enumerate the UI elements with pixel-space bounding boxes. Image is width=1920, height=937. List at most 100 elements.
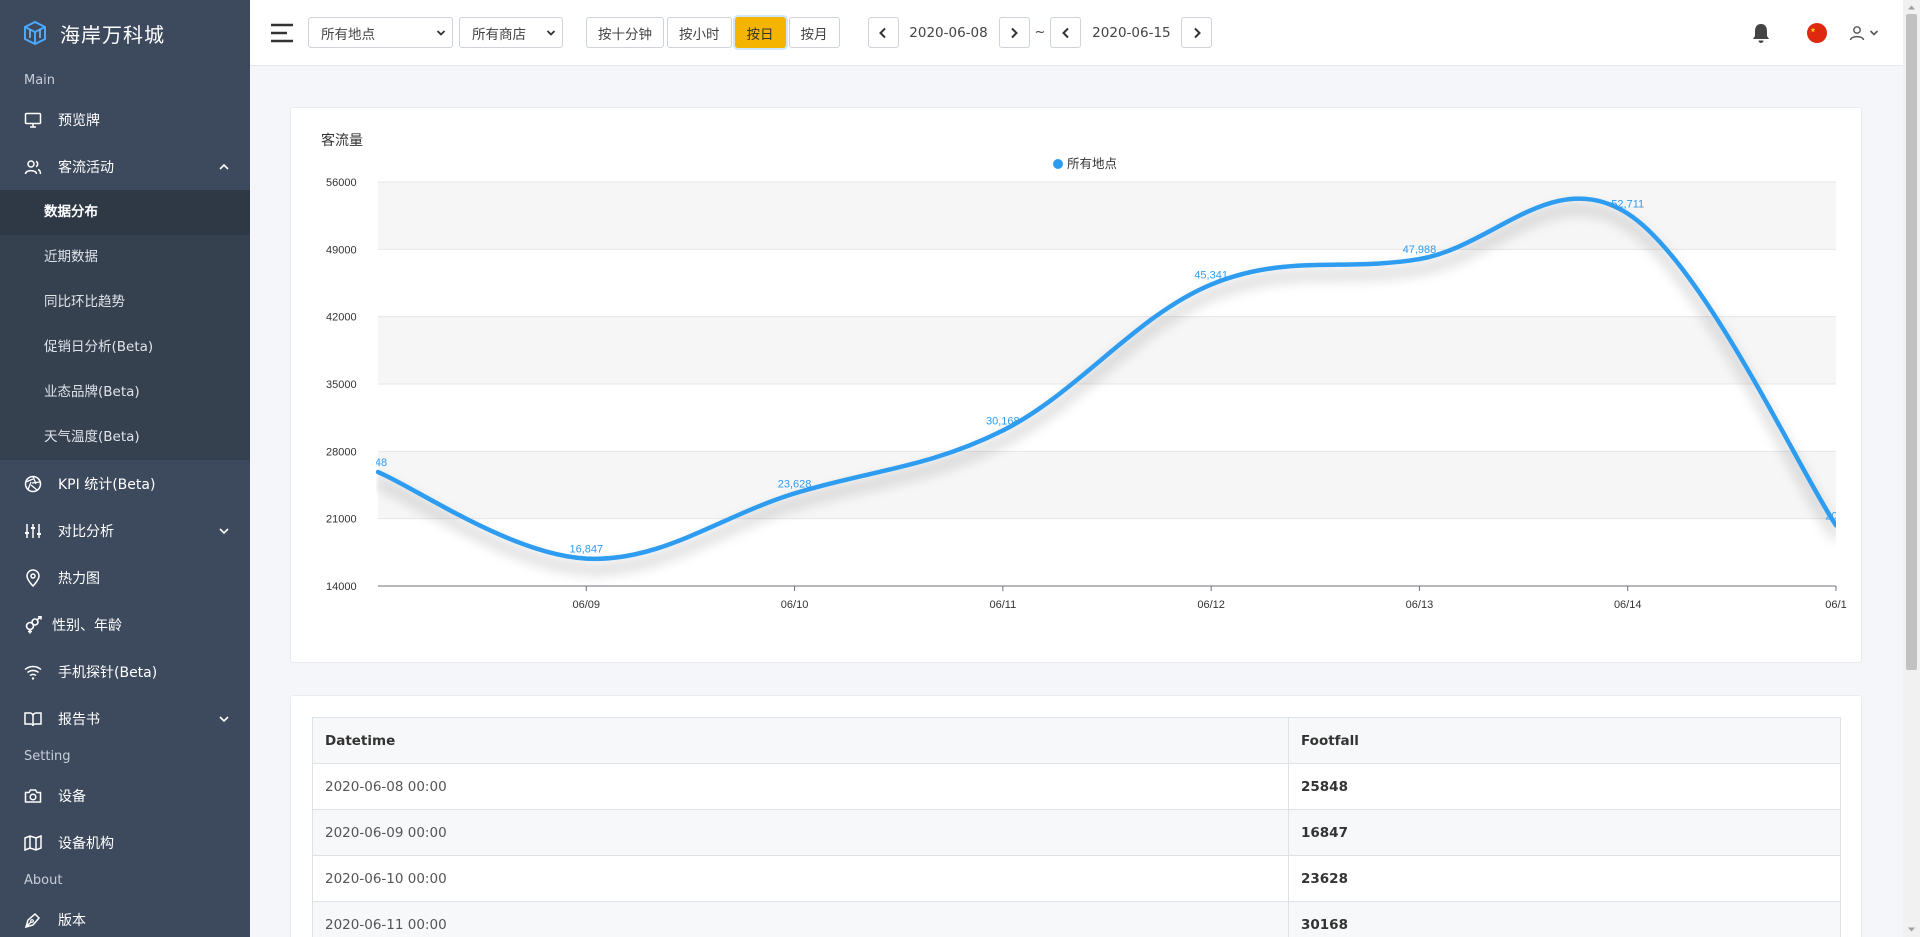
y-tick-label: 42000 <box>326 312 357 324</box>
chevron-down-icon <box>1869 29 1879 36</box>
data-label: 23,628 <box>778 478 812 490</box>
store-select-value: 所有商店 <box>472 26 526 43</box>
table-row: 2020-06-08 00:00 25848 <box>312 763 1841 810</box>
scrollbar-thumb[interactable] <box>1906 14 1917 670</box>
x-tick-label: 06/10 <box>781 599 809 611</box>
sidebar-item-preview[interactable]: 预览牌 <box>0 96 250 143</box>
chart-card: 客流量 14000 21000 28000 35000 42000 49000 56000 … <box>290 107 1862 663</box>
sidebar-item-label: 预览牌 <box>58 112 100 129</box>
sidebar-item-compare[interactable]: 对比分析 <box>0 507 250 554</box>
column-header-footfall[interactable]: Footfall <box>1288 717 1841 764</box>
sidebar-item-label: 设备机构 <box>58 835 114 852</box>
chevron-down-icon <box>219 527 229 534</box>
x-tick-label: 06/14 <box>1614 599 1642 611</box>
topbar: 所有地点 所有商店 按十分钟 按小时 按日 按月 2020-06-08 ~ 20… <box>250 0 1903 66</box>
sidebar-item-label: 设备 <box>58 788 86 805</box>
start-date[interactable]: 2020-06-08 <box>899 25 999 41</box>
sidebar-item-heatmap[interactable]: 热力图 <box>0 554 250 601</box>
data-point <box>1834 523 1836 528</box>
end-date-next-button[interactable] <box>1181 17 1213 48</box>
cube-logo-icon <box>24 20 46 46</box>
data-label: 47,988 <box>1403 244 1437 256</box>
section-label-setting: Setting <box>24 749 71 764</box>
sliders-icon <box>24 522 42 540</box>
submenu-item-distribution[interactable]: 数据分布 <box>0 190 250 235</box>
footfall-line-chart: 14000 21000 28000 35000 42000 49000 56000 06/0… <box>326 156 1847 611</box>
data-point <box>1625 211 1630 216</box>
sidebar-item-label: 热力图 <box>58 570 100 587</box>
store-select[interactable]: 所有商店 <box>459 17 563 48</box>
data-point <box>792 491 797 496</box>
legend-marker <box>1053 159 1063 169</box>
y-tick-label: 56000 <box>326 177 357 189</box>
table-row: 2020-06-10 00:00 23628 <box>312 855 1841 902</box>
y-tick-label: 35000 <box>326 379 357 391</box>
sidebar-item-devices[interactable]: 设备 <box>0 772 250 819</box>
brand[interactable]: 海岸万科城 <box>0 0 250 66</box>
location-select[interactable]: 所有地点 <box>308 17 453 48</box>
pen-tool-icon <box>24 911 42 929</box>
cell-datetime: 2020-06-10 00:00 <box>312 855 1289 902</box>
sidebar-item-reports[interactable]: 报告书 <box>0 695 250 742</box>
chevron-right-icon <box>1194 27 1201 38</box>
brand-name: 海岸万科城 <box>60 22 165 47</box>
start-date-prev-button[interactable] <box>867 17 899 48</box>
wifi-icon <box>24 663 42 681</box>
submenu-item-brand[interactable]: 业态品牌(Beta) <box>0 370 250 415</box>
scroll-up-arrow-icon[interactable] <box>1907 3 1916 12</box>
sidebar-item-label: 报告书 <box>58 711 100 728</box>
column-header-datetime[interactable]: Datetime <box>312 717 1289 764</box>
scroll-down-arrow-icon[interactable] <box>1907 925 1916 934</box>
data-label: 30,168 <box>986 415 1020 427</box>
grid-band <box>378 451 1836 519</box>
start-date-next-button[interactable] <box>998 17 1030 48</box>
y-tick-label: 21000 <box>326 514 357 526</box>
table-row: 2020-06-09 00:00 16847 <box>312 809 1841 856</box>
sidebar-item-gender-age[interactable]: 性别、年龄 <box>0 601 250 648</box>
x-tick-label: 06/1 <box>1825 599 1846 611</box>
legend-label: 所有地点 <box>1067 156 1117 171</box>
x-tick-label: 06/09 <box>573 599 601 611</box>
bell-icon[interactable] <box>1751 22 1771 44</box>
granularity-month-button[interactable]: 按月 <box>788 17 840 48</box>
sidebar-item-kpi[interactable]: KPI 统计(Beta) <box>0 460 250 507</box>
language-flag-icon[interactable] <box>1807 22 1827 43</box>
x-tick-label: 06/12 <box>1197 599 1225 611</box>
section-label-main: Main <box>24 73 56 88</box>
page-scrollbar[interactable] <box>1903 0 1920 937</box>
sidebar-item-device-org[interactable]: 设备机构 <box>0 819 250 866</box>
table-header-row: Datetime Footfall <box>312 717 1841 764</box>
sidebar-item-label: 对比分析 <box>58 523 114 540</box>
chevron-down-icon <box>219 715 229 722</box>
submenu-item-weather[interactable]: 天气温度(Beta) <box>0 415 250 460</box>
chevron-down-icon <box>436 30 446 36</box>
map-icon <box>24 834 42 852</box>
end-date[interactable]: 2020-06-15 <box>1081 25 1181 41</box>
end-date-prev-button[interactable] <box>1050 17 1082 48</box>
submenu-item-promotion[interactable]: 促销日分析(Beta) <box>0 325 250 370</box>
submenu-item-trend[interactable]: 同比环比趋势 <box>0 280 250 325</box>
sidebar-item-version[interactable]: 版本 <box>0 896 250 937</box>
cell-footfall: 23628 <box>1288 855 1841 902</box>
grid-band <box>378 182 1836 250</box>
sidebar: 海岸万科城 Main 预览牌 客流活动 数据分布 近期数据 同比环比趋势 促销日… <box>0 0 250 937</box>
menu-toggle-icon[interactable] <box>270 23 294 43</box>
granularity-10min-button[interactable]: 按十分钟 <box>586 17 664 48</box>
data-point <box>376 470 380 475</box>
location-select-value: 所有地点 <box>321 26 375 43</box>
user-menu[interactable] <box>1849 25 1879 41</box>
chevron-right-icon <box>1011 27 1018 38</box>
cell-datetime: 2020-06-09 00:00 <box>312 809 1289 856</box>
x-tick-label: 06/13 <box>1406 599 1434 611</box>
sidebar-item-label: 版本 <box>58 912 86 929</box>
submenu-item-recent[interactable]: 近期数据 <box>0 235 250 280</box>
sidebar-item-footfall[interactable]: 客流活动 <box>0 143 250 190</box>
granularity-day-button[interactable]: 按日 <box>734 17 786 48</box>
sidebar-item-probe[interactable]: 手机探针(Beta) <box>0 648 250 695</box>
data-label: 20,3 <box>1825 510 1846 522</box>
granularity-group: 按十分钟 按小时 按日 按月 <box>586 17 843 48</box>
x-tick-label: 06/11 <box>989 599 1016 611</box>
cell-datetime: 2020-06-08 00:00 <box>312 763 1289 810</box>
book-icon <box>24 710 42 728</box>
granularity-hour-button[interactable]: 按小时 <box>667 17 732 48</box>
